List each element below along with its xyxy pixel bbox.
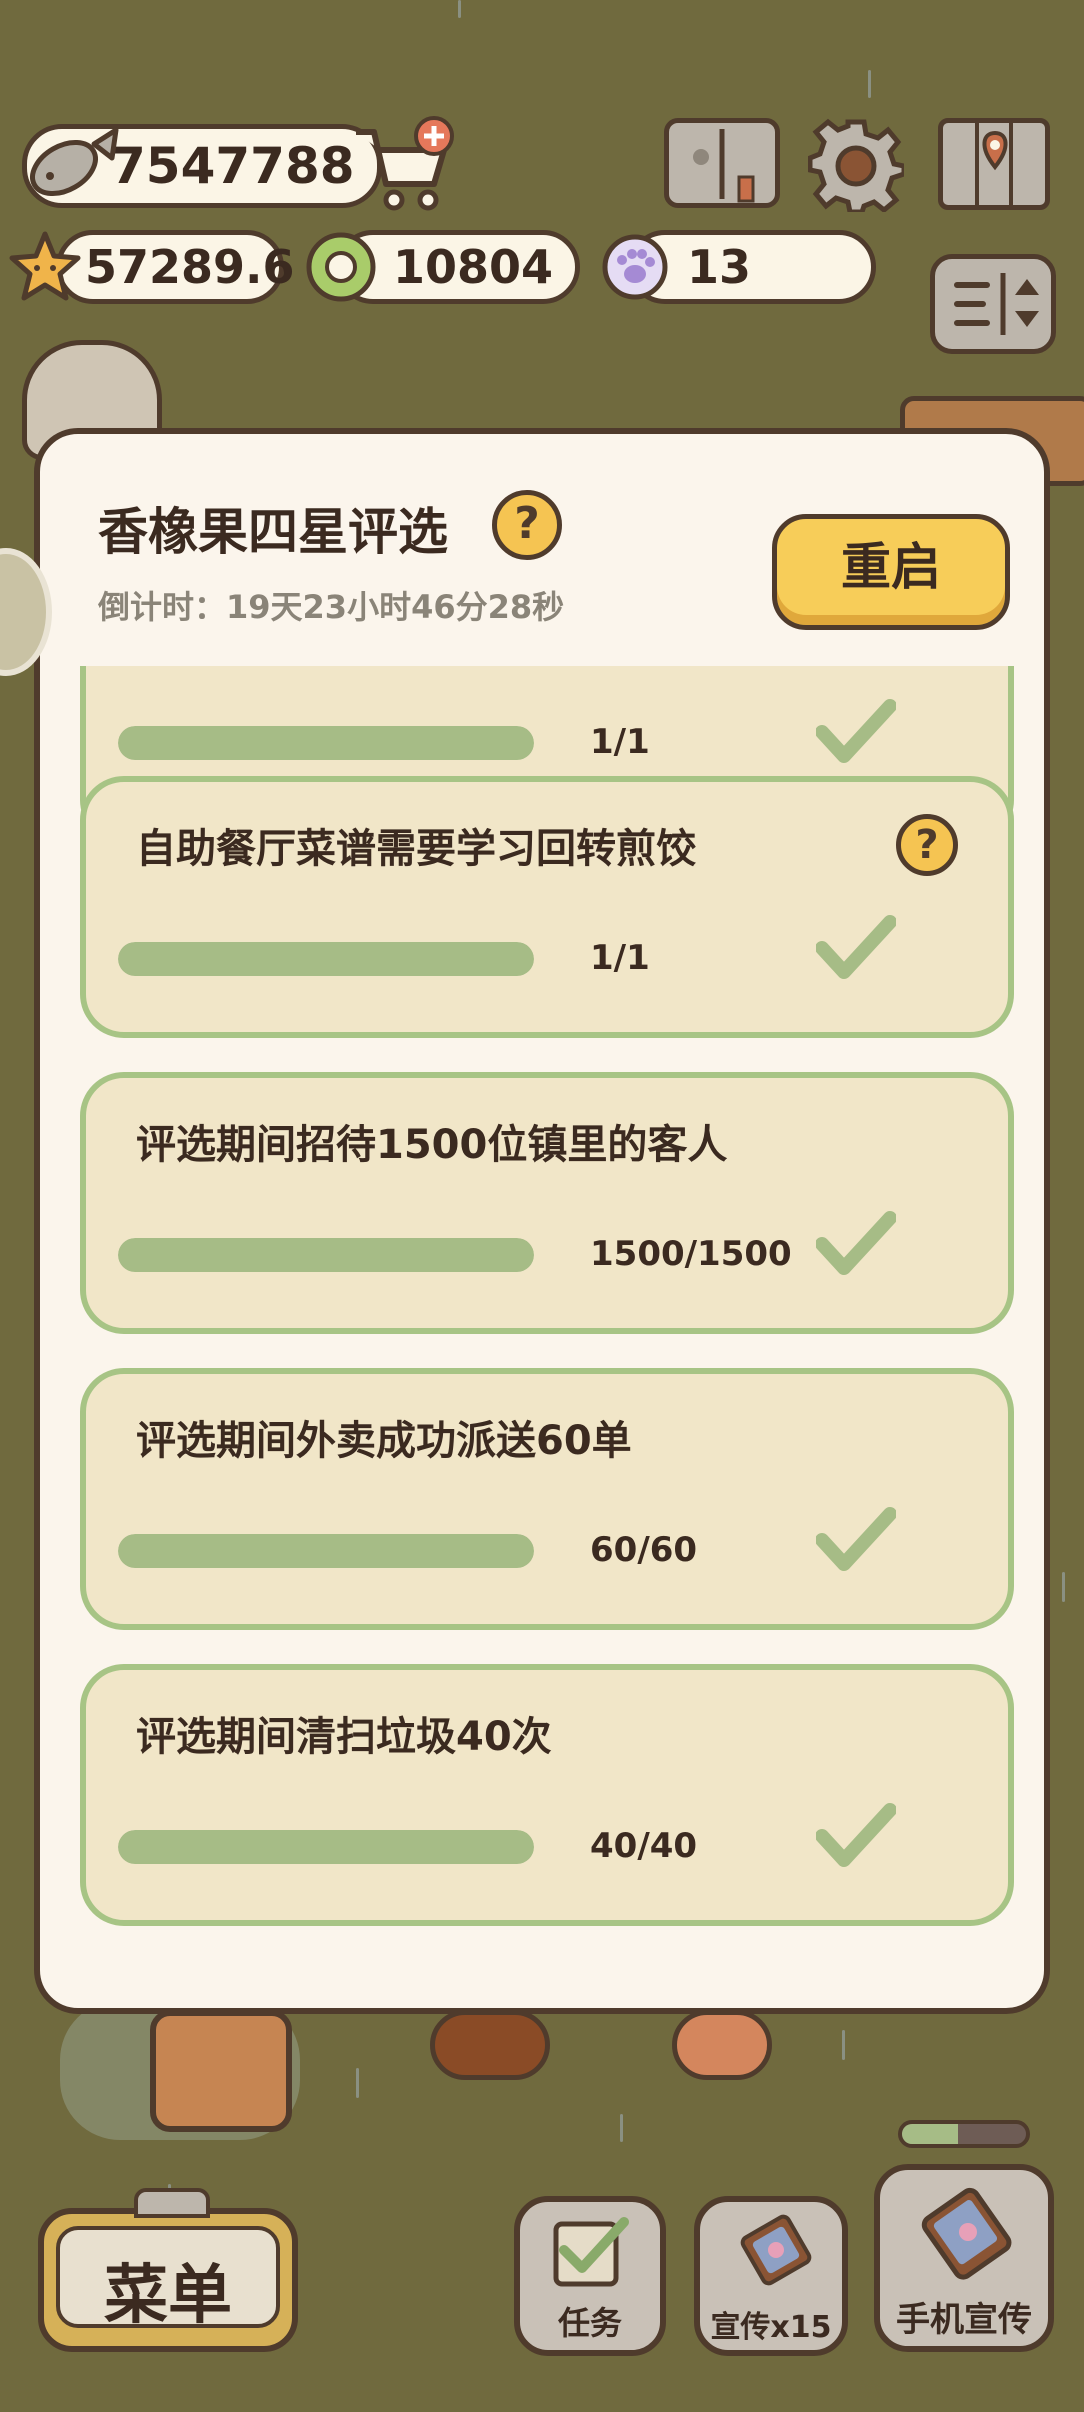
promote-button[interactable]: 宣传x15 xyxy=(694,2196,848,2356)
question-icon[interactable]: ? xyxy=(492,490,562,560)
task-card: 自助餐厅菜谱需要学习回转煎饺 ? 1/1 xyxy=(80,776,1014,1038)
menu-button-label: 菜单 xyxy=(104,2259,232,2333)
promote-button-label: 宣传x15 xyxy=(710,2310,832,2345)
question-icon[interactable]: ? xyxy=(896,814,958,876)
countdown-timer: 倒计时：19天23小时46分28秒 xyxy=(98,588,565,626)
restart-button[interactable]: 重启 xyxy=(772,514,1010,630)
map-icon xyxy=(975,123,1013,205)
rating-event-panel: 香橡果四星评选 ? 倒计时：19天23小时46分28秒 重启 1/1 自助餐厅菜… xyxy=(34,428,1050,2014)
sort-button[interactable] xyxy=(930,254,1056,354)
clipboard-check-icon xyxy=(553,2217,629,2287)
task-card: 评选期间外卖成功派送60单 60/60 xyxy=(80,1368,1014,1630)
check-icon xyxy=(816,1507,896,1571)
task-card: 评选期间清扫垃圾40次 40/40 xyxy=(80,1664,1014,1926)
progress-text: 60/60 xyxy=(590,1530,698,1570)
phone-promote-progress xyxy=(898,2120,1030,2148)
green-ring-icon xyxy=(306,232,376,302)
check-icon xyxy=(816,1211,896,1275)
phone-promote-button[interactable]: 手机宣传 xyxy=(874,2164,1054,2352)
background-cat-sitting xyxy=(430,2010,550,2080)
flyer-icon xyxy=(740,2214,812,2286)
star-counter: 57289.6 xyxy=(56,230,295,304)
sort-icon xyxy=(954,273,1039,335)
progress-bar xyxy=(118,1830,534,1864)
star-value: 57289.6 xyxy=(85,240,295,294)
progress-bar xyxy=(118,1534,534,1568)
phone-icon xyxy=(921,2187,1012,2280)
phone-promote-label: 手机宣传 xyxy=(896,2300,1032,2340)
green-currency-value: 10804 xyxy=(393,240,554,294)
task-label: 自助餐厅菜谱需要学习回转煎饺 xyxy=(136,826,696,872)
book-icon xyxy=(693,129,755,203)
menu-clip xyxy=(134,2188,210,2218)
task-label: 评选期间外卖成功派送60单 xyxy=(136,1418,632,1464)
progress-bar-fill xyxy=(118,942,534,976)
gear-icon[interactable] xyxy=(808,116,904,212)
background-cat-orange xyxy=(672,2010,772,2080)
progress-text: 1500/1500 xyxy=(590,1234,792,1274)
tasks-button[interactable]: 任务 xyxy=(514,2196,666,2356)
background-table xyxy=(150,2010,292,2132)
task-label: 评选期间招待1500位镇里的客人 xyxy=(136,1122,728,1168)
task-card: 评选期间招待1500位镇里的客人 1500/1500 xyxy=(80,1072,1014,1334)
phone-promote-progress-fill xyxy=(902,2124,958,2144)
progress-bar-fill xyxy=(118,1238,534,1272)
check-icon xyxy=(816,915,896,979)
task-label: 评选期间清扫垃圾40次 xyxy=(136,1714,552,1760)
task-list[interactable]: 1/1 自助餐厅菜谱需要学习回转煎饺 ? 1/1 评选期间招待1500位镇里的客… xyxy=(40,666,1044,2006)
tasks-button-label: 任务 xyxy=(557,2304,622,2342)
progress-bar xyxy=(118,726,534,760)
progress-text: 1/1 xyxy=(590,938,650,978)
check-icon xyxy=(816,699,896,763)
progress-bar xyxy=(118,942,534,976)
recipe-book-button[interactable] xyxy=(664,118,780,208)
fish-icon xyxy=(30,127,119,197)
check-icon xyxy=(816,1803,896,1867)
panel-title: 香橡果四星评选 xyxy=(98,503,448,561)
fish-coin-value: 7547788 xyxy=(111,137,355,195)
progress-text: 1/1 xyxy=(590,722,650,762)
progress-bar-fill xyxy=(118,726,534,760)
progress-bar-fill xyxy=(118,1534,534,1568)
progress-text: 40/40 xyxy=(590,1826,698,1866)
cart-plus-icon[interactable] xyxy=(350,114,460,214)
paw-token-value: 13 xyxy=(687,240,752,294)
progress-bar xyxy=(118,1238,534,1272)
star-icon xyxy=(9,231,81,301)
paw-icon xyxy=(602,234,668,300)
progress-bar-fill xyxy=(118,1830,534,1864)
menu-button[interactable]: 菜单 xyxy=(38,2188,298,2352)
map-button[interactable] xyxy=(938,118,1050,210)
